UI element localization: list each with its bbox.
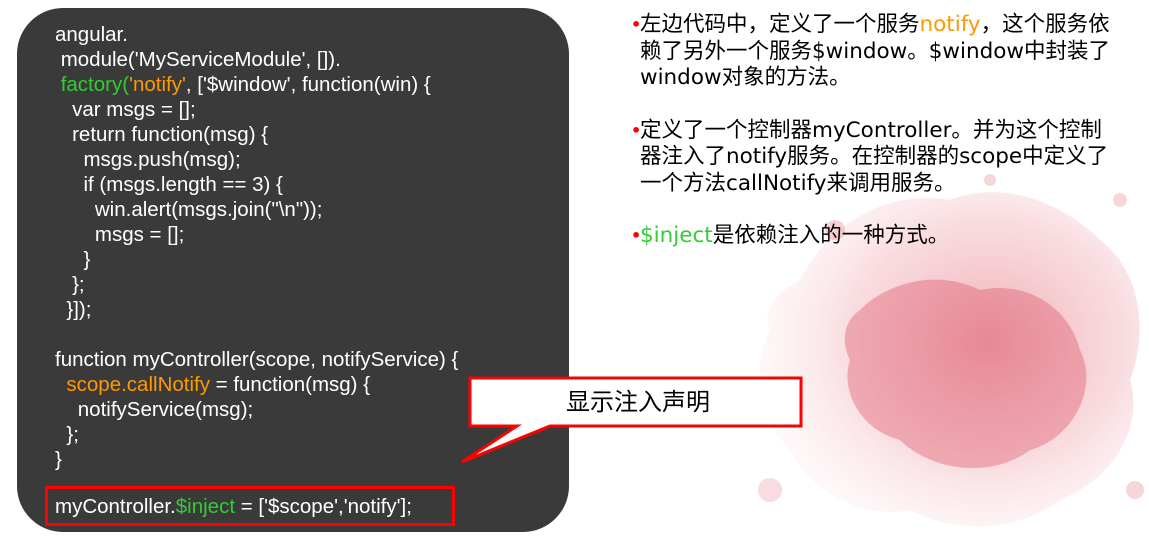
code-line: msgs.push(msg); [55, 147, 569, 172]
text-segment: angular. [55, 23, 128, 46]
code-line: factory('notify', ['$window', function(w… [55, 72, 569, 97]
text-segment: , ['$window', function(win) { [185, 73, 431, 96]
text-segment: return function(msg) { [55, 123, 269, 146]
text-segment: 定义了一个控制器myController。并为这个控制器注入了notify服务。… [640, 117, 1109, 196]
text-segment: = ['$scope','notify']; [235, 495, 412, 518]
callout-label: 显示注入声明 [566, 388, 710, 416]
code-line: if (msgs.length == 3) { [55, 172, 569, 197]
text-segment: }; [55, 423, 79, 446]
text-segment: myController. [55, 495, 176, 518]
text-segment: win.alert(msgs.join("\n")); [55, 198, 323, 221]
code-line: function myController(scope, notifyServi… [55, 347, 569, 372]
highlight-green-text: $inject [175, 495, 236, 518]
text-segment: module('MyServiceModule', []). [55, 48, 341, 71]
code-line: } [55, 247, 569, 272]
code-line: angular. [55, 22, 569, 47]
note-paragraph: • 左边代码中，定义了一个服务notify，这个服务依赖了另外一个服务$windo… [631, 12, 1110, 92]
note-paragraph: • $inject是依赖注入的一种方式。 [631, 223, 1110, 250]
text-segment: msgs = []; [55, 223, 185, 246]
code-line: }]); [55, 297, 569, 322]
text-segment [55, 373, 66, 396]
highlight-orange-text: notify [919, 12, 981, 37]
code-line: var msgs = []; [55, 97, 569, 122]
highlight-green-text: factory( [60, 73, 130, 96]
text-segment: notifyService(msg); [55, 398, 254, 421]
code-line: return function(msg) { [55, 122, 569, 147]
highlight-green-text: $inject [640, 223, 713, 248]
text-segment: 左边代码中，定义了一个服务 [640, 12, 920, 37]
text-segment: } [55, 248, 91, 271]
text-segment: = function(msg) { [209, 373, 371, 396]
code-line: module('MyServiceModule', []). [55, 47, 569, 72]
text-segment: msgs.push(msg); [55, 148, 241, 171]
text-segment: }; [55, 273, 85, 296]
bullet-icon: • [631, 15, 642, 34]
notes-panel: • 左边代码中，定义了一个服务notify，这个服务依赖了另外一个服务$windo… [631, 12, 1110, 276]
bullet-icon: • [631, 226, 642, 245]
text-segment: var msgs = []; [55, 98, 196, 121]
code-line: msgs = []; [55, 222, 569, 247]
text-segment: }]); [55, 298, 92, 321]
text-segment: } [55, 448, 62, 471]
highlight-orange-text: 'notify' [129, 73, 186, 96]
code-line: }; [55, 272, 569, 297]
inject-code-line: myController.$inject = ['$scope','notify… [55, 494, 412, 519]
code-line: win.alert(msgs.join("\n")); [55, 197, 569, 222]
note-paragraph: • 定义了一个控制器myController。并为这个控制器注入了notify服务… [631, 117, 1110, 198]
text-segment: function myController(scope, notifyServi… [55, 348, 459, 371]
text-segment: 是依赖注入的一种方式。 [712, 223, 950, 248]
highlight-orange-text: scope.callNotify [66, 373, 210, 396]
text-segment: if (msgs.length == 3) { [55, 173, 283, 196]
bullet-icon: • [631, 120, 642, 140]
